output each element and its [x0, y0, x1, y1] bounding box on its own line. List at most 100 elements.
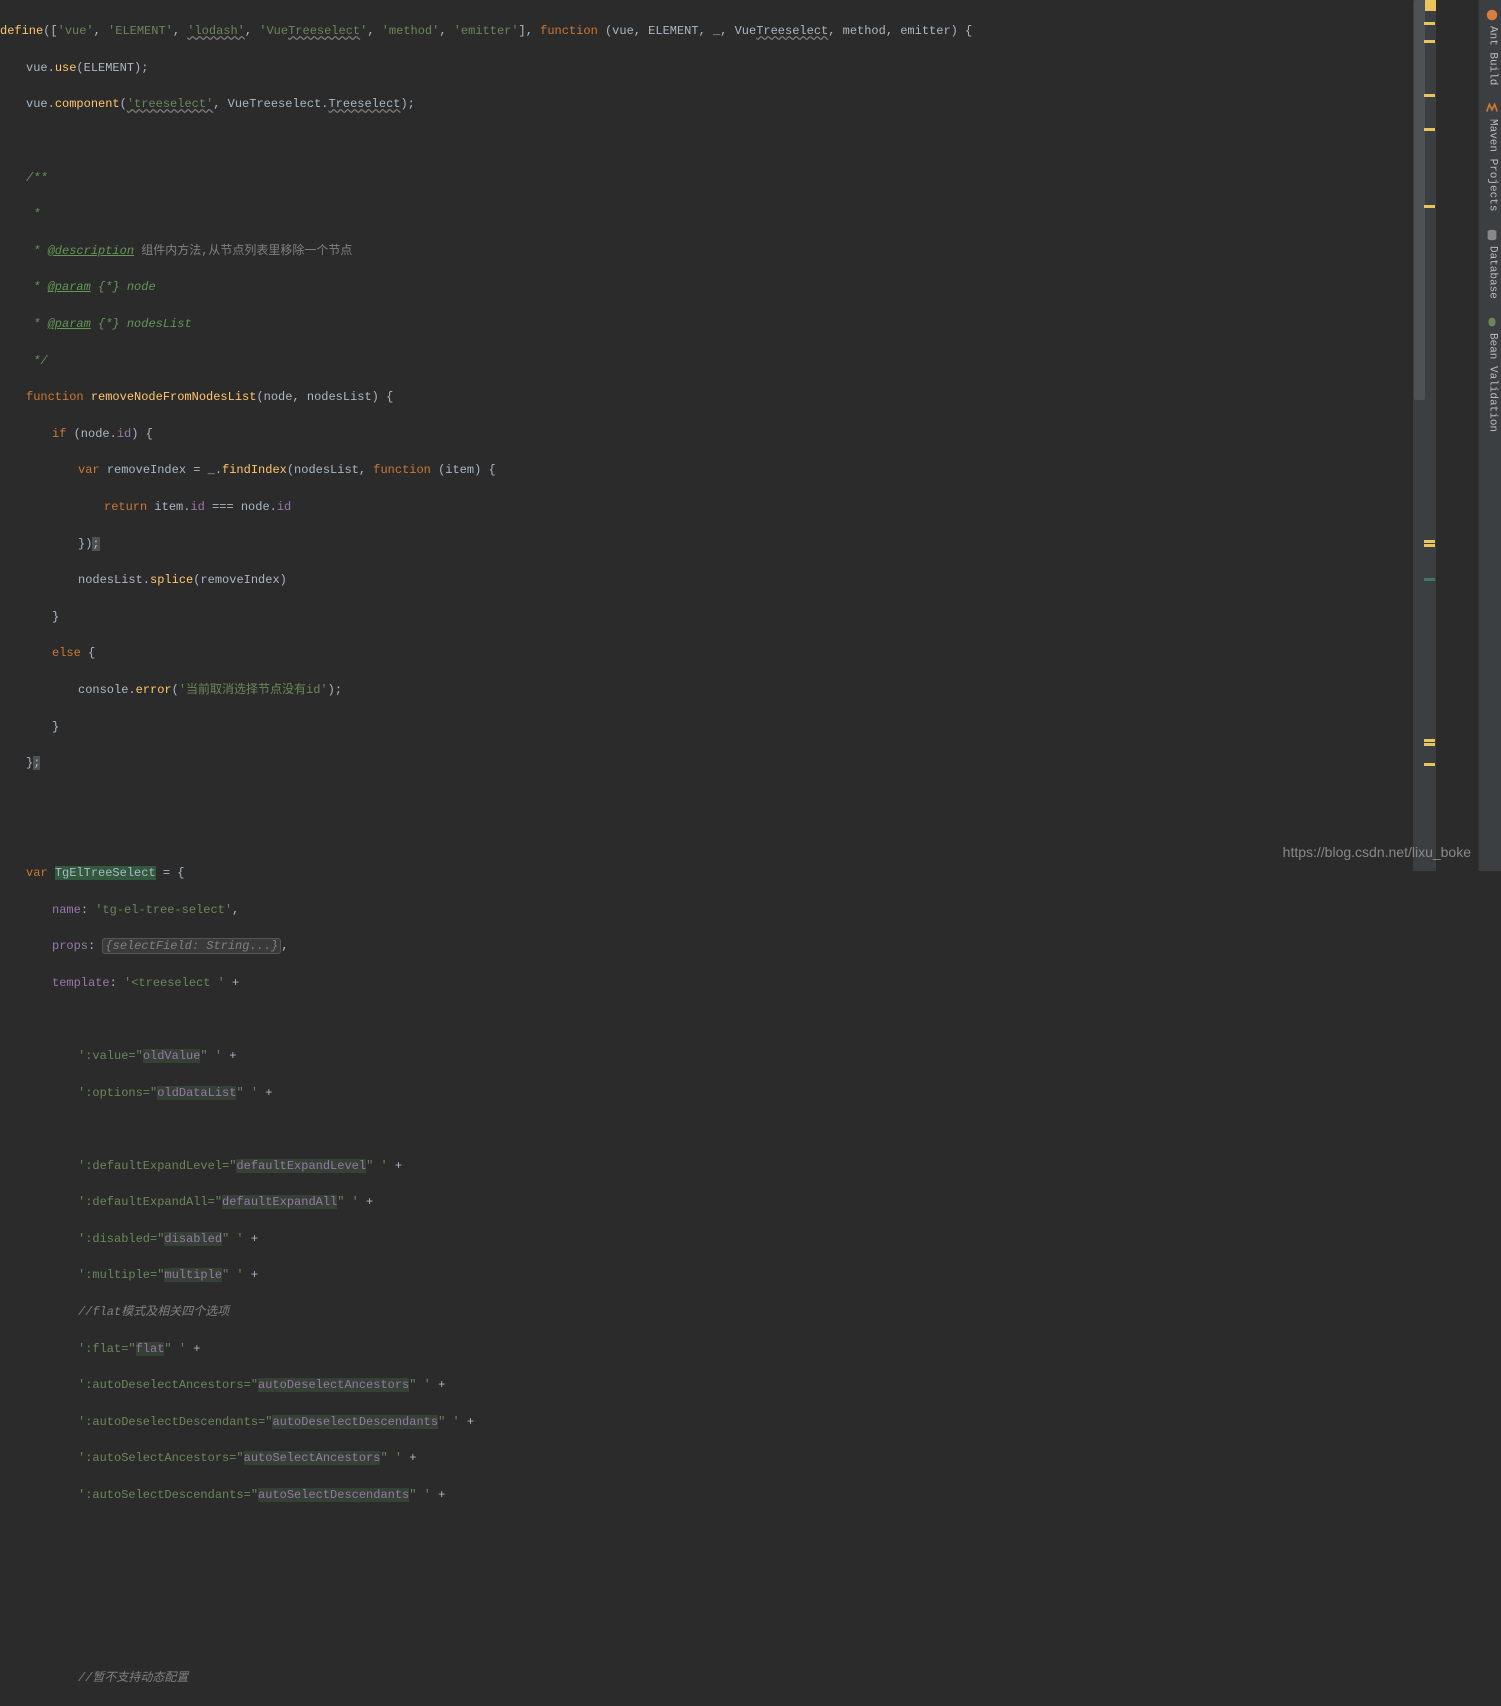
code-token: ( — [172, 683, 179, 697]
code-token: 'VueTreeselect' — [259, 24, 367, 38]
code-token: 组件内方法,从节点列表里移除一个节点 — [134, 244, 352, 258]
code-token: console. — [78, 683, 136, 697]
code-token: (item) { — [438, 463, 496, 477]
code-token: : — [88, 939, 102, 953]
code-marker[interactable] — [1424, 205, 1435, 208]
database-icon — [1485, 228, 1499, 242]
code-marker[interactable] — [1424, 40, 1435, 43]
cursor-position: ; — [92, 537, 99, 551]
analysis-indicator[interactable] — [1425, 0, 1436, 11]
tool-tab-maven[interactable]: Maven Projects — [1479, 93, 1501, 219]
code-token: " ' — [222, 1268, 244, 1282]
code-token: findIndex — [222, 463, 287, 477]
code-token: , — [439, 24, 453, 38]
watermark-text: https://blog.csdn.net/lixu_boke — [1283, 843, 1471, 861]
code-token: " ' — [222, 1232, 244, 1246]
maven-icon — [1485, 101, 1499, 115]
code-token: ); — [328, 683, 342, 697]
code-token: + — [225, 976, 239, 990]
code-token: " ' — [337, 1195, 359, 1209]
code-token: + — [402, 1451, 416, 1465]
code-token: vue. — [26, 97, 55, 111]
code-token: use — [55, 61, 77, 75]
code-token: vue. — [26, 61, 55, 75]
code-token: " ' — [236, 1086, 258, 1100]
code-token: 'lodash' — [187, 24, 245, 38]
code-token: {*} nodesList — [91, 317, 192, 331]
code-token: * — [26, 317, 48, 331]
code-token: ':flat=" — [78, 1342, 136, 1356]
tool-tab-database[interactable]: Database — [1479, 220, 1501, 307]
tool-tab-bean[interactable]: Bean Validation — [1479, 307, 1501, 440]
code-token: defaultExpandAll — [222, 1195, 337, 1209]
code-token: } — [52, 720, 59, 734]
code-token: 'ELEMENT' — [108, 24, 173, 38]
code-token: (vue, ELEMENT, _, VueTreeselect, method,… — [598, 24, 972, 38]
code-token: removeIndex = _. — [107, 463, 222, 477]
code-token: flat — [136, 1342, 165, 1356]
code-token: var — [26, 866, 55, 880]
code-token: component — [55, 97, 120, 111]
code-token: , — [245, 24, 259, 38]
code-token: = { — [156, 866, 185, 880]
code-token: { — [88, 646, 95, 660]
code-token: 'treeselect' — [127, 97, 213, 111]
code-token: item. — [154, 500, 190, 514]
code-token: defaultExpandLevel — [236, 1159, 366, 1173]
code-token: ], — [519, 24, 541, 38]
code-token: , — [232, 903, 239, 917]
code-token: @param — [48, 280, 91, 294]
code-marker[interactable] — [1424, 544, 1435, 547]
code-token: function — [540, 24, 598, 38]
tool-label: Maven Projects — [1483, 119, 1501, 211]
vertical-scrollbar[interactable] — [1413, 0, 1436, 871]
code-token: ) { — [131, 427, 153, 441]
code-token: function — [373, 463, 438, 477]
code-token: //flat模式及相关四个选项 — [78, 1305, 229, 1319]
tool-tab-ant[interactable]: Ant Build — [1479, 0, 1501, 93]
code-marker[interactable] — [1424, 22, 1435, 25]
code-marker[interactable] — [1424, 578, 1435, 581]
code-token: oldDataList — [157, 1086, 236, 1100]
code-token: @param — [48, 317, 91, 331]
code-token: var — [78, 463, 107, 477]
code-token: id — [190, 500, 204, 514]
code-token: : — [110, 976, 124, 990]
folded-region[interactable]: {selectField: String...} — [102, 938, 281, 954]
code-marker[interactable] — [1424, 743, 1435, 746]
tool-label: Database — [1483, 246, 1501, 299]
code-token: " ' — [409, 1488, 431, 1502]
code-token: removeNodeFromNodesList — [91, 390, 257, 404]
scrollbar-thumb[interactable] — [1414, 0, 1425, 400]
code-token: * — [26, 244, 48, 258]
code-token: ':multiple=" — [78, 1268, 164, 1282]
code-token: error — [136, 683, 172, 697]
code-token: " ' — [409, 1378, 431, 1392]
code-token: , VueTreeselect. — [213, 97, 328, 111]
code-token: */ — [26, 354, 48, 368]
code-token: nodesList. — [78, 573, 150, 587]
code-token: splice — [150, 573, 193, 587]
code-token: + — [431, 1488, 445, 1502]
code-marker[interactable] — [1424, 540, 1435, 543]
code-token: + — [359, 1195, 373, 1209]
code-token: ( — [120, 97, 127, 111]
code-marker[interactable] — [1424, 739, 1435, 742]
code-token: " ' — [366, 1159, 388, 1173]
code-token: {*} node — [91, 280, 156, 294]
code-token: + — [222, 1049, 236, 1063]
code-marker[interactable] — [1424, 94, 1435, 97]
code-token: '当前取消选择节点没有id' — [179, 683, 328, 697]
code-token: ':defaultExpandAll=" — [78, 1195, 222, 1209]
code-token: props — [52, 939, 88, 953]
code-marker[interactable] — [1424, 128, 1435, 131]
code-token: autoSelectAncestors — [244, 1451, 381, 1465]
code-token: + — [258, 1086, 272, 1100]
code-token: (node, nodesList) { — [256, 390, 393, 404]
code-marker[interactable] — [1424, 763, 1435, 766]
code-editor[interactable]: define(['vue', 'ELEMENT', 'lodash', 'Vue… — [0, 0, 1413, 871]
code-token: disabled — [164, 1232, 222, 1246]
code-token: * — [26, 207, 40, 221]
code-token: id — [117, 427, 131, 441]
code-token: ':disabled=" — [78, 1232, 164, 1246]
